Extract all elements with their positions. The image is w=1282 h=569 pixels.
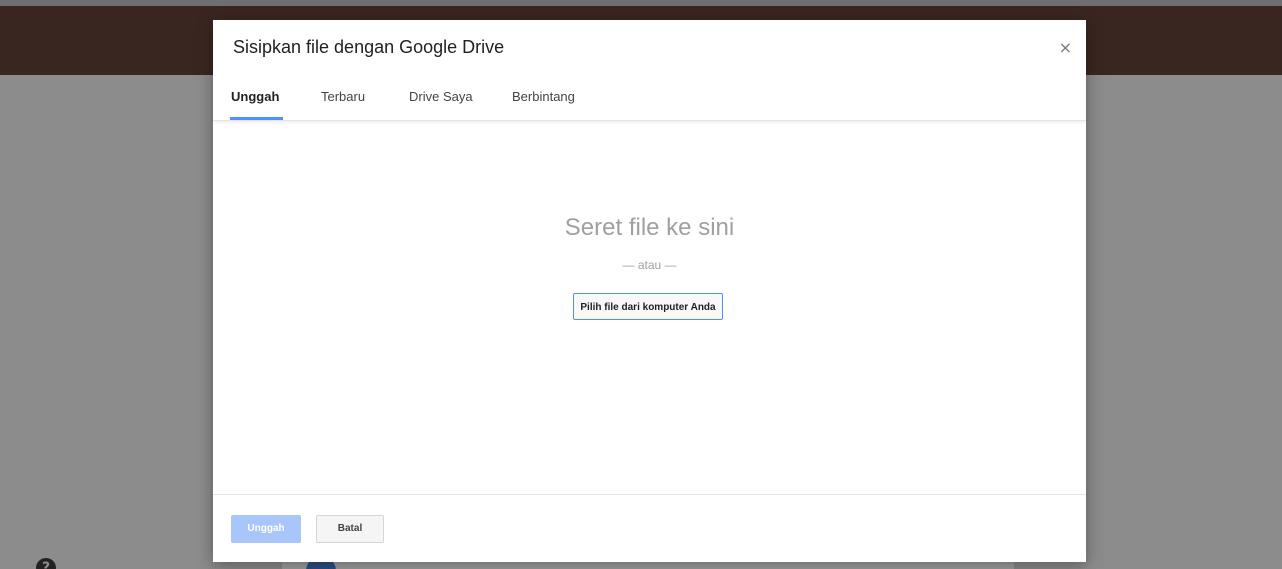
- dialog-title: Sisipkan file dengan Google Drive: [233, 37, 505, 57]
- tab-my-drive[interactable]: Drive Saya: [409, 89, 473, 104]
- active-tab-indicator: [230, 117, 283, 120]
- tab-bar: Unggah Terbaru Drive Saya Berbintang: [213, 76, 1086, 121]
- dropzone-separator: — atau —: [622, 258, 677, 272]
- insert-file-dialog: Sisipkan file dengan Google Drive × Ungg…: [213, 20, 1086, 562]
- choose-file-button[interactable]: Pilih file dari komputer Anda: [573, 293, 723, 320]
- cancel-button[interactable]: Batal: [316, 515, 384, 543]
- close-icon[interactable]: ×: [1059, 38, 1072, 57]
- tab-upload[interactable]: Unggah: [231, 89, 279, 104]
- upload-button[interactable]: Unggah: [231, 515, 301, 543]
- tab-starred[interactable]: Berbintang: [512, 89, 575, 104]
- tab-recent[interactable]: Terbaru: [321, 89, 365, 104]
- dialog-footer: Unggah Batal: [213, 494, 1086, 563]
- dropzone-title: Seret file ke sini: [564, 214, 735, 241]
